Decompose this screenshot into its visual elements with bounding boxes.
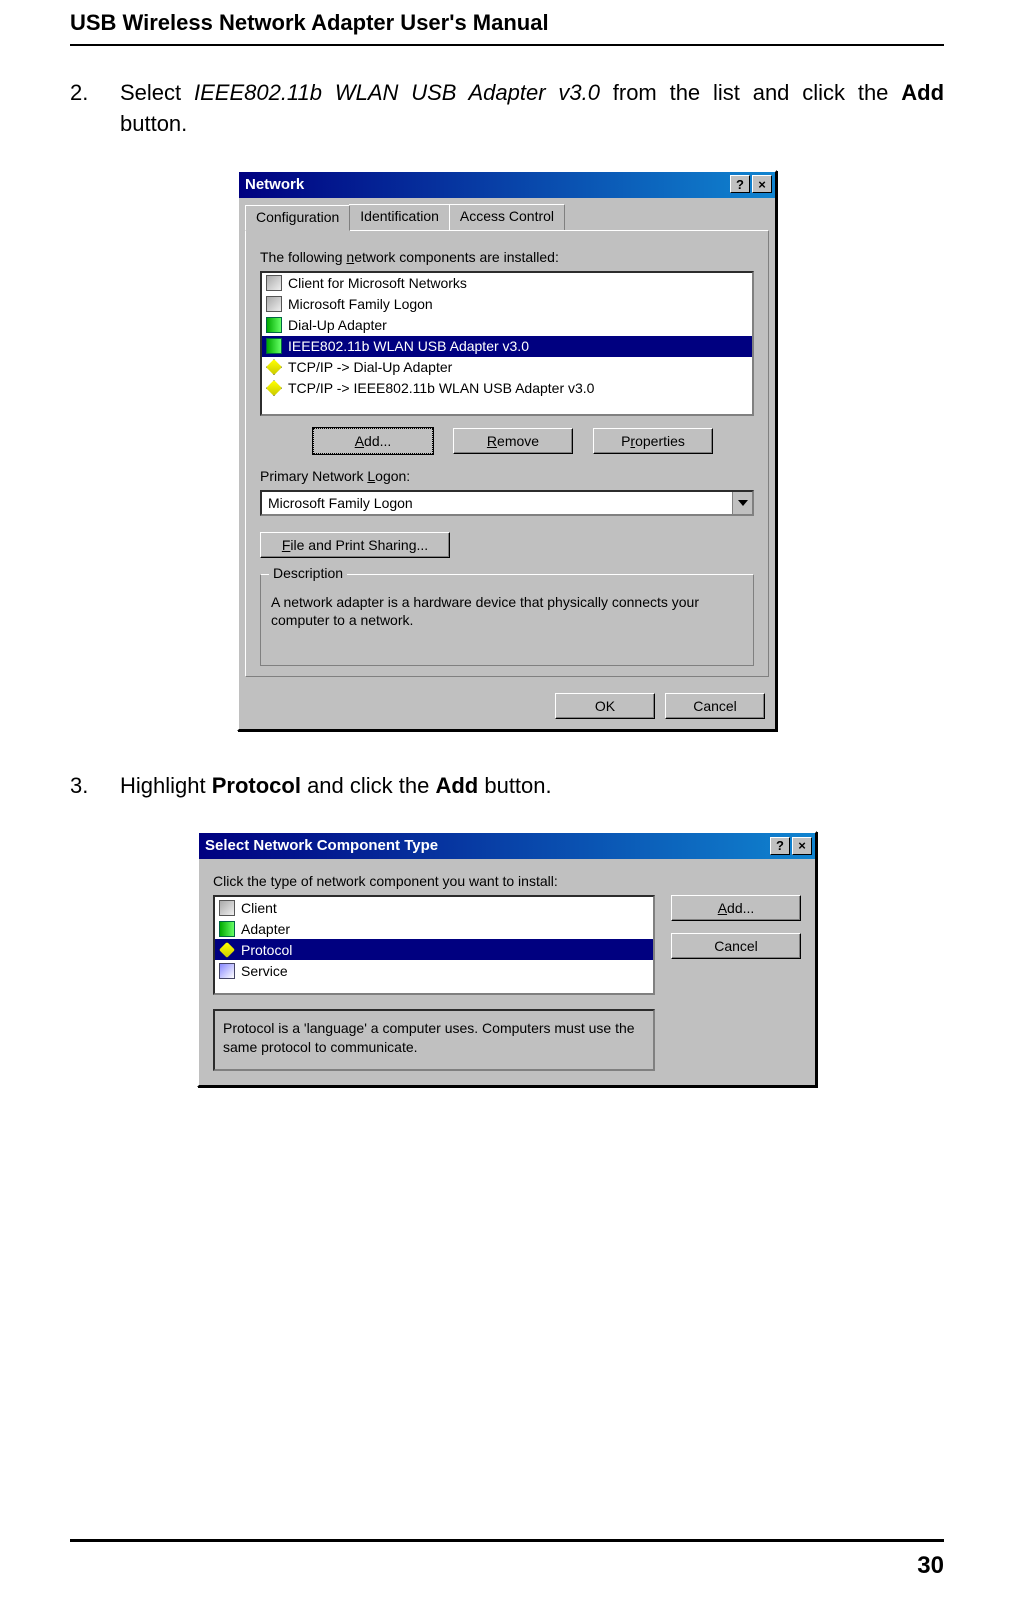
select-component-dialog: Select Network Component Type ? × Click …	[197, 831, 817, 1087]
list-item-selected[interactable]: Protocol	[215, 939, 653, 960]
description-label: Description	[269, 565, 347, 581]
page-header: USB Wireless Network Adapter User's Manu…	[70, 10, 944, 44]
client-icon	[219, 900, 235, 916]
ok-button[interactable]: OK	[555, 693, 655, 719]
step3-b: Protocol	[212, 773, 301, 798]
dialog-title: Network	[245, 176, 304, 193]
cancel-button[interactable]: Cancel	[671, 933, 801, 959]
adapter-icon	[266, 338, 282, 354]
list-item[interactable]: TCP/IP -> IEEE802.11b WLAN USB Adapter v…	[262, 378, 752, 399]
cancel-button[interactable]: Cancel	[665, 693, 765, 719]
dialog-title: Select Network Component Type	[205, 837, 438, 854]
list-item[interactable]: Client for Microsoft Networks	[262, 273, 752, 294]
page-number: 30	[917, 1552, 944, 1580]
add-button[interactable]: Add...	[671, 895, 801, 921]
tabs: Configuration Identification Access Cont…	[239, 198, 775, 230]
step3-e: button.	[478, 773, 551, 798]
step2-text-a: Select	[120, 80, 194, 105]
list-item[interactable]: Service	[215, 960, 653, 981]
protocol-icon	[219, 942, 235, 958]
help-icon[interactable]: ?	[770, 837, 790, 855]
properties-button[interactable]: Properties	[593, 428, 713, 454]
network-dialog: Network ? × Configuration Identification…	[237, 170, 777, 731]
list-item-selected[interactable]: IEEE802.11b WLAN USB Adapter v3.0	[262, 336, 752, 357]
titlebar[interactable]: Select Network Component Type ? ×	[199, 833, 815, 859]
description-text: A network adapter is a hardware device t…	[271, 593, 743, 655]
step-2-number: 2.	[70, 78, 120, 140]
list-item[interactable]: Client	[215, 897, 653, 918]
list-item[interactable]: Microsoft Family Logon	[262, 294, 752, 315]
tab-configuration[interactable]: Configuration	[245, 205, 350, 231]
service-icon	[219, 963, 235, 979]
adapter-icon	[266, 317, 282, 333]
step-2: 2. Select IEEE802.11b WLAN USB Adapter v…	[70, 78, 944, 140]
step2-text-d: Add	[901, 80, 944, 105]
file-print-sharing-button[interactable]: File and Print Sharing...	[260, 532, 450, 558]
client-icon	[266, 296, 282, 312]
primary-logon-label: Primary Network Logon:	[260, 468, 754, 484]
list-item[interactable]: Dial-Up Adapter	[262, 315, 752, 336]
adapter-icon	[219, 921, 235, 937]
tab-access-control[interactable]: Access Control	[449, 204, 565, 230]
chevron-down-icon[interactable]	[732, 492, 752, 514]
components-listbox[interactable]: Client for Microsoft Networks Microsoft …	[260, 271, 754, 416]
step2-text-b: IEEE802.11b WLAN USB Adapter v3.0	[194, 80, 600, 105]
step3-c: and click the	[301, 773, 436, 798]
primary-logon-value: Microsoft Family Logon	[262, 495, 732, 511]
divider-top	[70, 44, 944, 46]
client-icon	[266, 275, 282, 291]
step-3: 3. Highlight Protocol and click the Add …	[70, 771, 944, 802]
components-label: The following network components are ins…	[260, 249, 754, 265]
step-3-number: 3.	[70, 771, 120, 802]
close-icon[interactable]: ×	[792, 837, 812, 855]
tab-identification[interactable]: Identification	[349, 204, 450, 230]
divider-bottom	[70, 1539, 944, 1542]
list-item[interactable]: Adapter	[215, 918, 653, 939]
titlebar[interactable]: Network ? ×	[239, 172, 775, 198]
help-icon[interactable]: ?	[730, 175, 750, 193]
step2-text-c: from the list and click the	[600, 80, 901, 105]
step3-a: Highlight	[120, 773, 212, 798]
remove-button[interactable]: Remove	[453, 428, 573, 454]
list-item[interactable]: TCP/IP -> Dial-Up Adapter	[262, 357, 752, 378]
description-group: Description A network adapter is a hardw…	[260, 574, 754, 666]
step2-text-e: button.	[120, 111, 187, 136]
step3-d: Add	[435, 773, 478, 798]
add-button[interactable]: Add...	[313, 428, 433, 454]
close-icon[interactable]: ×	[752, 175, 772, 193]
primary-logon-select[interactable]: Microsoft Family Logon	[260, 490, 754, 516]
component-description: Protocol is a 'language' a computer uses…	[213, 1009, 655, 1071]
protocol-icon	[266, 359, 282, 375]
component-type-listbox[interactable]: Client Adapter Protocol Service	[213, 895, 655, 995]
component-type-label: Click the type of network component you …	[213, 873, 801, 889]
protocol-icon	[266, 380, 282, 396]
